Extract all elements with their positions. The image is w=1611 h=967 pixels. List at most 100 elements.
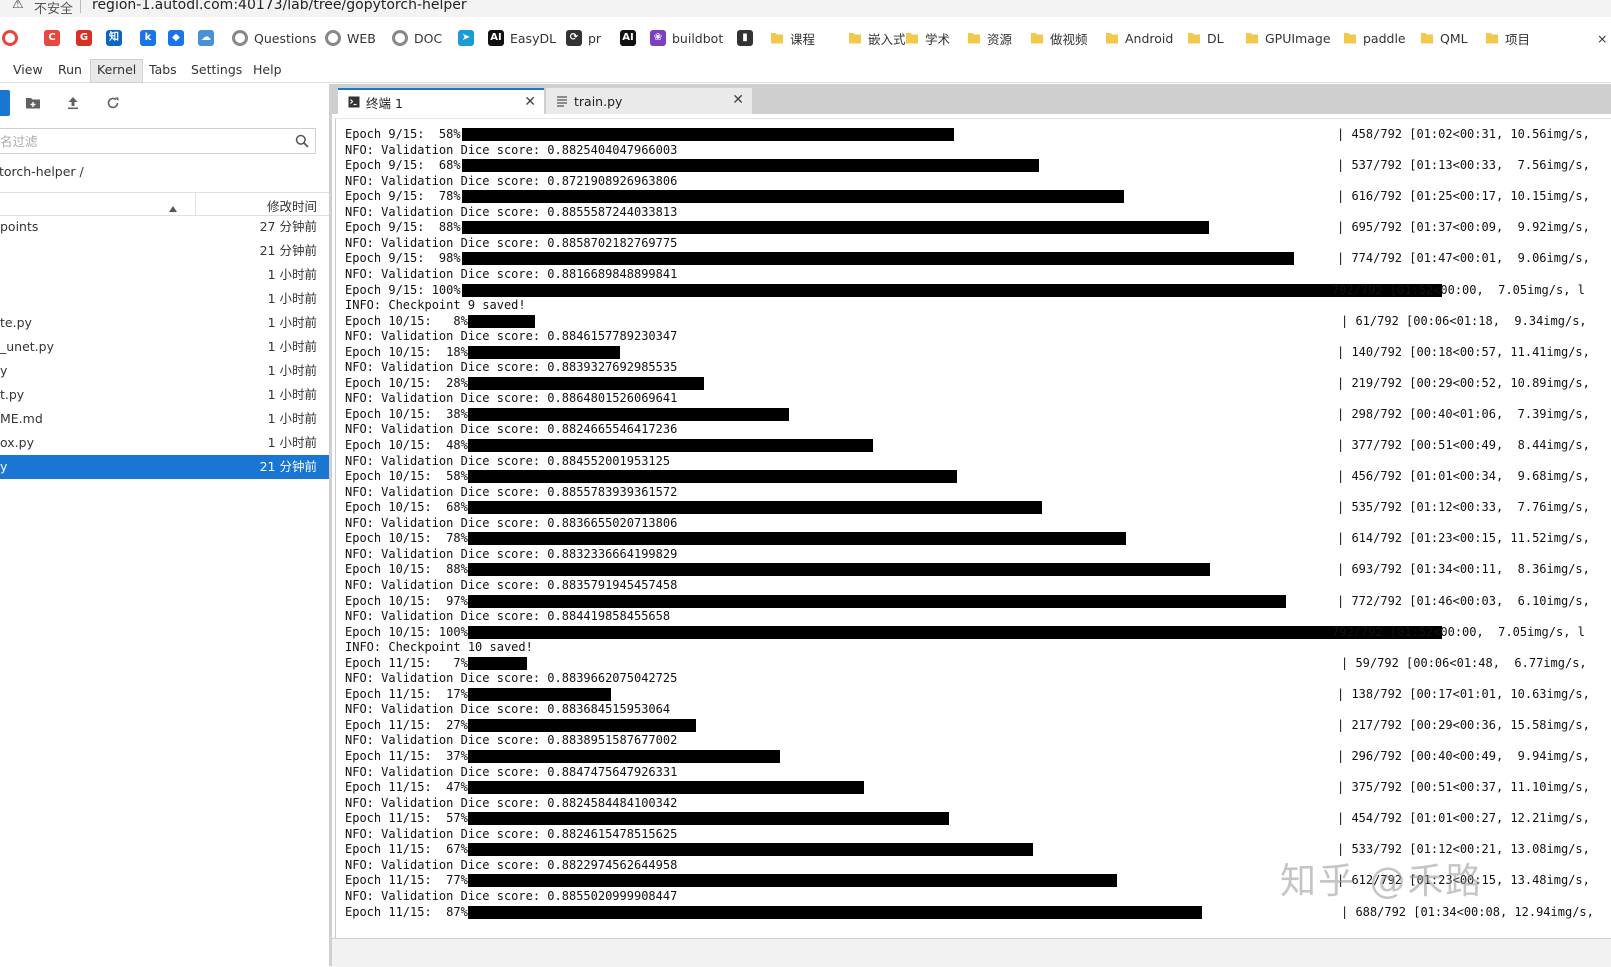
address-bar[interactable]: ⚠ 不安全 region-1.autodl.com:40173/lab/tree… — [0, 0, 1611, 17]
bookmark-item[interactable]: paddle — [1343, 28, 1406, 48]
file-modified-time: 1 小时前 — [267, 291, 317, 306]
close-icon[interactable]: ✕ — [732, 92, 744, 108]
bookmark-item[interactable]: ➤ — [458, 28, 480, 48]
bookmark-label: paddle — [1363, 30, 1406, 46]
bookmark-item[interactable]: ⟳ pr — [566, 28, 601, 48]
bookmark-item[interactable]: ❀ buildbot — [650, 28, 723, 48]
file-row[interactable]: 1 小时前 — [0, 287, 329, 311]
file-row[interactable]: ME.md 1 小时前 — [0, 407, 329, 431]
file-row[interactable]: _unet.py 1 小时前 — [0, 335, 329, 359]
file-row[interactable]: 1 小时前 — [0, 263, 329, 287]
file-name: _unet.py — [0, 339, 54, 354]
line-text: Epoch 10/15: 88%| — [345, 562, 476, 577]
log-line: NFO: Validation Dice score: 0.8839327692… — [345, 360, 1611, 375]
bookmark-item[interactable]: 学术 — [905, 28, 950, 48]
bookmark-item[interactable]: k — [140, 28, 162, 48]
line-text: Epoch 10/15: 78%| — [345, 531, 476, 546]
progress-bar-fill — [468, 563, 1211, 577]
line-text: Epoch 11/15: 57%| — [345, 811, 476, 826]
bookmark-item[interactable]: C — [44, 28, 66, 48]
tab-label: 终端 1 — [366, 95, 403, 111]
file-row[interactable]: y 21 分钟前 — [0, 455, 329, 479]
menu-run[interactable]: Run — [52, 59, 88, 81]
file-list: points 27 分钟前 21 分钟前 1 小时前 1 小时前 te.py 1 小时前 _u… — [0, 215, 329, 479]
line-text: Epoch 11/15: 67%| — [345, 842, 476, 857]
bookmark-item[interactable]: ▮ — [737, 28, 759, 48]
folder-icon — [1420, 31, 1434, 45]
search-icon[interactable] — [295, 133, 309, 152]
bookmark-item[interactable]: GPUImage — [1245, 28, 1331, 48]
tab-terminal[interactable]: 终端 1 ✕ — [338, 88, 544, 114]
progress-line: Epoch 11/15: 37%| | 296/792 [00:40<00:49,… — [345, 749, 1611, 764]
menu-kernel[interactable]: Kernel — [90, 59, 144, 83]
progress-bar-fill — [468, 314, 536, 328]
line-text: NFO: Validation Dice score: 0.8836845159… — [345, 702, 671, 717]
bookmark-label: 资源 — [987, 31, 1013, 47]
bookmark-item[interactable]: DL — [1187, 28, 1224, 48]
progress-stats: | 535/792 [01:12<00:33, 7.76img/s, — [1337, 500, 1590, 515]
bookmark-item[interactable]: 资源 — [967, 28, 1012, 48]
bookmark-item[interactable]: QML — [1420, 28, 1468, 48]
new-folder-button[interactable] — [20, 90, 46, 116]
bookmark-item[interactable]: WEB — [325, 28, 376, 48]
file-row[interactable]: t.py 1 小时前 — [0, 383, 329, 407]
bookmark-item[interactable]: 嵌入式 — [848, 28, 906, 48]
tab-train-py[interactable]: train.py ✕ — [546, 88, 752, 114]
bookmark-item[interactable]: G — [76, 28, 98, 48]
bookmark-item[interactable]: ☁ — [198, 28, 220, 48]
line-text: NFO: Validation Dice score: 0.8832336664… — [345, 546, 678, 561]
modified-column-header[interactable]: 修改时间 — [267, 196, 317, 215]
log-line: NFO: Validation Dice score: 0.8846157789… — [345, 329, 1611, 344]
menu-settings[interactable]: Settings — [185, 59, 248, 81]
bookmark-item[interactable]: Android — [1105, 28, 1173, 48]
progress-line: Epoch 10/15: 68%| | 535/792 [01:12<00:33,… — [345, 500, 1611, 515]
progress-line: Epoch 11/15: 47%| | 375/792 [00:51<00:37,… — [345, 780, 1611, 795]
bookmark-item[interactable] — [2, 28, 24, 48]
terminal-output[interactable]: Epoch 9/15: 58%| | 458/792 [01:02<00:31, … — [335, 118, 1611, 939]
progress-line: Epoch 11/15: 87%| | 688/792 [01:34<00:08,… — [345, 905, 1611, 920]
breadcrumb[interactable]: torch-helper / — [0, 164, 84, 179]
menu-view[interactable]: View — [7, 59, 49, 81]
line-text: Epoch 9/15: 58%| — [345, 127, 468, 141]
file-modified-time: 21 分钟前 — [259, 459, 317, 474]
line-text: NFO: Validation Dice score: 0.8822974562… — [345, 857, 678, 872]
filter-input[interactable] — [0, 129, 282, 153]
progress-line: Epoch 10/15: 28%| | 219/792 [00:29<00:52,… — [345, 376, 1611, 391]
bookmark-item[interactable]: 项目 — [1485, 28, 1530, 48]
file-row[interactable]: 21 分钟前 — [0, 239, 329, 263]
bookmark-item[interactable]: 知 — [106, 28, 128, 48]
bookmark-item[interactable]: ◆ — [168, 28, 190, 48]
file-row[interactable]: points 27 分钟前 — [0, 215, 329, 239]
progress-stats: | 377/792 [00:51<00:49, 8.44img/s, — [1337, 438, 1590, 452]
bookmarks-bar: C G 知 k ◆ ☁ Questions WEB DOC ➤ AI EasyDL ⟳ pr AI ❀ buil… — [0, 24, 1611, 52]
bookmarks-overflow-button[interactable]: × — [1597, 28, 1607, 48]
bookmark-item[interactable]: AI — [620, 28, 642, 48]
progress-stats: | 772/792 [01:46<00:03, 6.10img/s, — [1337, 593, 1590, 608]
bookmark-item[interactable]: 课程 — [770, 28, 815, 48]
line-text: Epoch 10/15: 8%| — [345, 313, 476, 328]
refresh-button[interactable] — [100, 90, 126, 116]
bookmark-item[interactable]: AI EasyDL — [488, 28, 556, 48]
bookmark-item[interactable]: Questions — [232, 28, 316, 48]
folder-icon — [770, 31, 784, 45]
bookmark-item[interactable]: DOC — [392, 28, 442, 48]
file-modified-time: 1 小时前 — [267, 315, 317, 330]
line-text: INFO: Checkpoint 10 saved! — [345, 640, 533, 655]
bookmark-item[interactable]: 做视频 — [1030, 28, 1088, 48]
menu-tabs[interactable]: Tabs — [143, 59, 183, 81]
progress-bar-fill — [462, 283, 1442, 297]
file-name: ME.md — [0, 411, 43, 426]
file-row[interactable]: y 1 小时前 — [0, 359, 329, 383]
progress-line: Epoch 10/15: 8%| | 61/792 [00:06<01:18, 9… — [345, 314, 1611, 329]
line-text: NFO: Validation Dice score: 0.8844198584… — [345, 609, 671, 624]
url-text[interactable]: region-1.autodl.com:40173/lab/tree/gopyt… — [92, 0, 467, 13]
file-row[interactable]: te.py 1 小时前 — [0, 311, 329, 335]
file-modified-time: 1 小时前 — [267, 267, 317, 282]
close-icon[interactable]: ✕ — [524, 94, 536, 110]
separator — [80, 0, 81, 13]
file-row[interactable]: ox.py 1 小时前 — [0, 431, 329, 455]
menu-help[interactable]: Help — [247, 59, 288, 81]
upload-button[interactable] — [60, 90, 86, 116]
terminal-icon — [348, 96, 360, 108]
new-launcher-button[interactable] — [0, 90, 10, 116]
